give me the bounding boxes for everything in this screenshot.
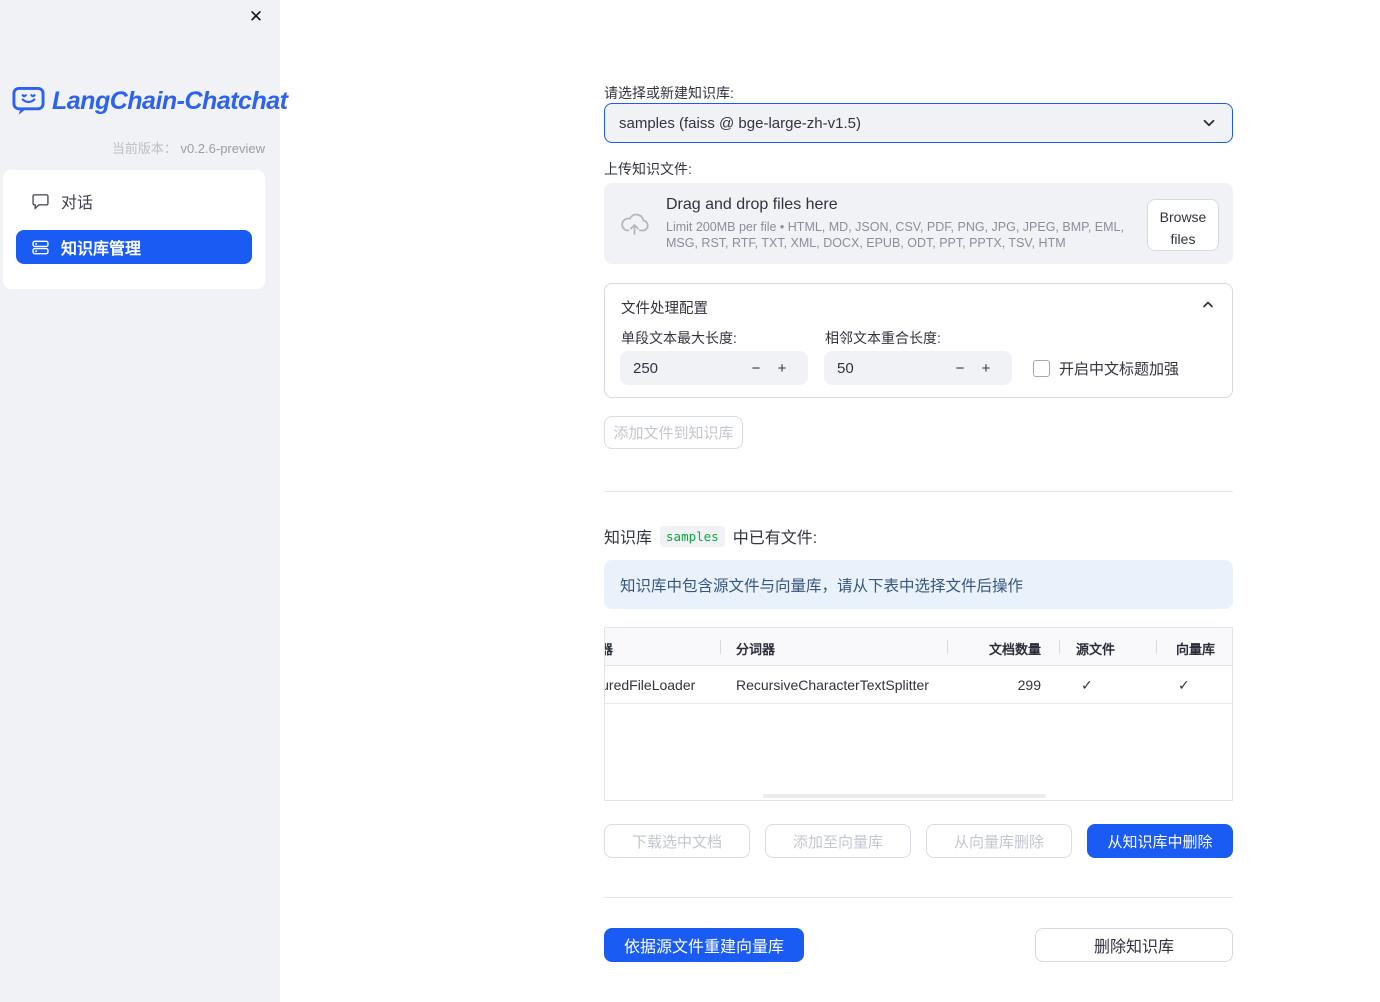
kb-select-value: samples (faiss @ bge-large-zh-v1.5) (619, 114, 861, 132)
add-files-to-kb-button[interactable]: 添加文件到知识库 (604, 416, 743, 449)
column-header-splitter[interactable]: 分词器 (736, 639, 775, 658)
knowledge-base-icon (32, 239, 49, 256)
cell-source-file-check: ✓ (1081, 677, 1093, 693)
delete-kb-button[interactable]: 删除知识库 (1035, 928, 1233, 962)
chunk-size-decrement-button[interactable]: − (743, 360, 769, 377)
uploader-text: Drag and drop files here Limit 200MB per… (666, 196, 1144, 252)
file-config-expander: 文件处理配置 单段文本最大长度: 250 − + 相邻文本重合长度: 50 − … (604, 283, 1233, 398)
column-header-doc-count[interactable]: 文档数量 (989, 639, 1041, 658)
version-label: 当前版本： (111, 141, 177, 156)
column-separator (947, 640, 948, 654)
info-banner: 知识库中包含源文件与向量库，请从下表中选择文件后操作 (604, 560, 1233, 609)
uploader-hint: Limit 200MB per file • HTML, MD, JSON, C… (666, 219, 1124, 250)
cloud-upload-icon (620, 211, 649, 237)
version-value: v0.2.6-preview (180, 141, 265, 156)
logo-chat-face-icon (12, 86, 45, 117)
overlap-value: 50 (837, 359, 854, 377)
table-header-row: 文档加载器 分词器 文档数量 源文件 向量库 (605, 628, 1232, 666)
logo-text: LangChain-Chatchat (52, 87, 288, 115)
download-selected-button[interactable]: 下载选中文档 (604, 824, 750, 858)
divider (604, 897, 1233, 898)
column-separator (1059, 640, 1060, 654)
sidebar: ✕ LangChain-Chatchat 当前版本： v0.2.6-previe… (0, 0, 288, 1002)
cell-loader: UnstructuredFileLoader (605, 677, 696, 693)
kb-select[interactable]: samples (faiss @ bge-large-zh-v1.5) (604, 103, 1233, 143)
kb-select-label: 请选择或新建知识库: (604, 85, 734, 101)
table-row[interactable]: UnstructuredFileLoader RecursiveCharacte… (605, 666, 1232, 704)
sidebar-menu: 对话 知识库管理 (3, 170, 265, 289)
file-uploader-dropzone[interactable]: Drag and drop files here Limit 200MB per… (604, 183, 1233, 264)
chat-icon (32, 193, 49, 210)
overlap-input[interactable]: 50 − + (824, 351, 1012, 385)
column-header-source-file[interactable]: 源文件 (1076, 639, 1115, 658)
uploader-title: Drag and drop files here (666, 195, 838, 213)
cell-splitter: RecursiveCharacterTextSplitter (736, 677, 929, 693)
cell-doc-count: 299 (1017, 677, 1041, 693)
kb-line-suffix: 中已有文件: (732, 530, 818, 547)
sidebar-item-chat[interactable]: 对话 (16, 184, 252, 218)
zh-title-enhance-checkbox[interactable] (1033, 360, 1050, 377)
zh-title-enhance-label: 开启中文标题加强 (1059, 361, 1180, 378)
chevron-down-icon (1200, 114, 1218, 132)
chunk-size-input[interactable]: 250 − + (620, 351, 808, 385)
overlap-increment-button[interactable]: + (973, 360, 999, 377)
horizontal-scrollbar[interactable] (763, 794, 1046, 798)
column-separator (1156, 640, 1157, 654)
overlap-decrement-button[interactable]: − (947, 360, 973, 377)
delete-from-kb-button[interactable]: 从知识库中删除 (1087, 824, 1233, 858)
kb-line-prefix: 知识库 (604, 530, 653, 547)
version-info: 当前版本： v0.2.6-preview (112, 138, 265, 157)
chevron-up-icon[interactable] (1200, 297, 1216, 313)
column-header-loader[interactable]: 文档加载器 (605, 639, 613, 658)
kb-name-code: samples (660, 525, 725, 547)
info-banner-text: 知识库中包含源文件与向量库，请从下表中选择文件后操作 (620, 577, 1024, 595)
chunk-size-label: 单段文本最大长度: (621, 330, 737, 346)
chunk-size-value: 250 (633, 359, 659, 377)
file-config-expander-title[interactable]: 文件处理配置 (621, 297, 708, 318)
browse-files-button[interactable]: Browse files (1147, 199, 1219, 251)
sidebar-item-chat-label: 对话 (61, 195, 94, 212)
overlap-label: 相邻文本重合长度: (825, 330, 941, 346)
zh-title-enhance-row: 开启中文标题加强 (1033, 358, 1179, 379)
kb-files-table[interactable]: 文档加载器 分词器 文档数量 源文件 向量库 UnstructuredFileL… (604, 627, 1233, 801)
column-separator (720, 640, 721, 654)
sidebar-item-knowledge-base-label: 知识库管理 (61, 241, 142, 258)
divider (604, 491, 1233, 492)
uploader-label: 上传知识文件: (604, 161, 692, 177)
cell-vector-store-check: ✓ (1178, 677, 1190, 693)
sidebar-close-icon[interactable]: ✕ (245, 6, 267, 28)
add-to-vector-store-button[interactable]: 添加至向量库 (765, 824, 911, 858)
delete-from-vector-store-button[interactable]: 从向量库删除 (926, 824, 1072, 858)
sidebar-item-knowledge-base[interactable]: 知识库管理 (16, 230, 252, 264)
app-logo: LangChain-Chatchat (12, 86, 288, 117)
column-header-vector-store[interactable]: 向量库 (1176, 639, 1215, 658)
rebuild-vector-store-button[interactable]: 依据源文件重建向量库 (604, 928, 804, 962)
chunk-size-increment-button[interactable]: + (769, 360, 795, 377)
kb-existing-files-line: 知识库 samples 中已有文件: (604, 524, 817, 548)
